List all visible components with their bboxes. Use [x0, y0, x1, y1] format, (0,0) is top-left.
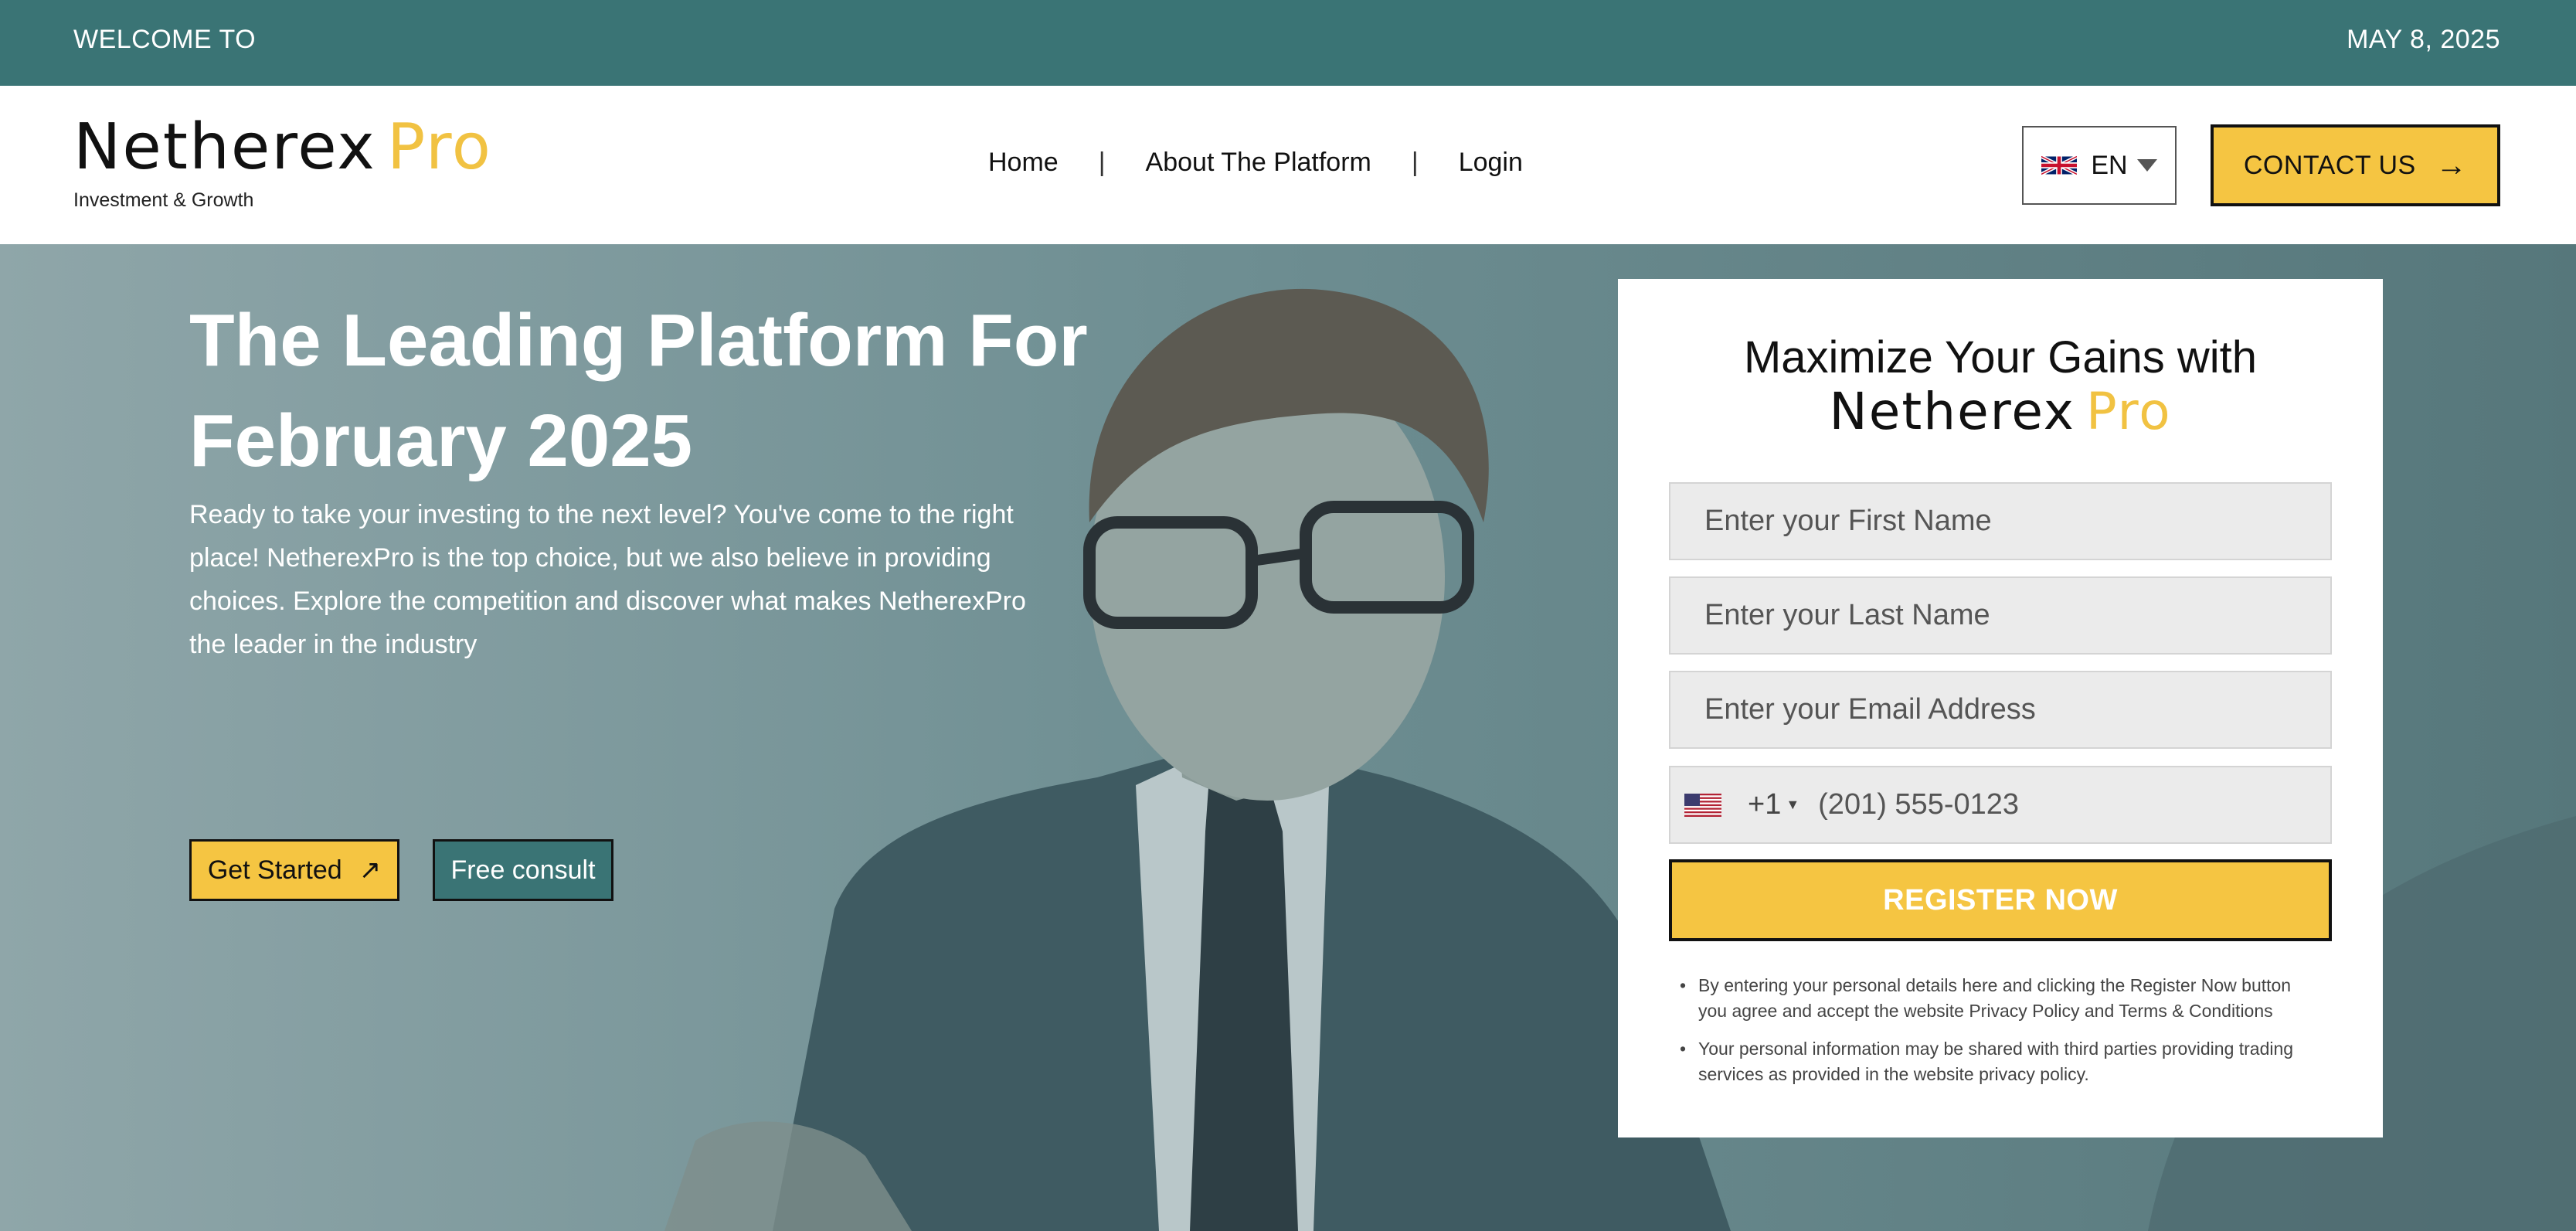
logo-name-main: Netherex	[73, 111, 376, 184]
arrow-up-right-icon: ↗	[359, 855, 382, 885]
first-name-placeholder: Enter your First Name	[1704, 505, 1992, 537]
register-now-button[interactable]: REGISTER NOW	[1669, 859, 2332, 941]
main-nav: Home | About The Platform | Login	[988, 148, 1523, 178]
contact-us-button[interactable]: CONTACT US →	[2211, 124, 2500, 206]
form-brand-logo: Netherex Pro	[1618, 378, 2383, 446]
welcome-text: WELCOME TO	[73, 25, 257, 54]
chevron-down-icon[interactable]: ▼	[1786, 797, 1799, 813]
form-heading: Maximize Your Gains with	[1743, 332, 2258, 383]
email-placeholder: Enter your Email Address	[1704, 693, 2036, 726]
current-date: MAY 8, 2025	[2347, 25, 2500, 54]
contact-us-label: CONTACT US	[2243, 150, 2416, 180]
first-name-input[interactable]: Enter your First Name	[1669, 482, 2332, 560]
phone-input[interactable]: +1 ▼ (201) 555-0123	[1669, 766, 2332, 844]
brand-logo[interactable]: Netherex Pro Investment & Growth	[73, 109, 492, 211]
logo-name-main: Netherex	[1829, 382, 2075, 441]
chevron-down-icon	[2136, 159, 2157, 172]
nav-separator: |	[1098, 148, 1106, 177]
hero-title: The Leading Platform For February 2025	[189, 299, 1088, 482]
us-flag-icon[interactable]	[1684, 793, 1721, 817]
phone-country-code[interactable]: +1	[1748, 788, 1781, 821]
top-bar: WELCOME TO MAY 8, 2025	[0, 0, 2576, 86]
language-selector[interactable]: EN	[2022, 126, 2177, 205]
logo-name-accent: Pro	[2085, 382, 2172, 441]
uk-flag-icon	[2041, 155, 2078, 176]
disclaimer-terms: By entering your personal details here a…	[1680, 973, 2321, 1024]
nav-about-platform[interactable]: About The Platform	[1146, 148, 1371, 178]
brand-tagline: Investment & Growth	[73, 189, 254, 211]
phone-placeholder: (201) 555-0123	[1818, 788, 2020, 821]
disclaimer-privacy: Your personal information may be shared …	[1680, 1036, 2321, 1087]
registration-form: Maximize Your Gains with Netherex Pro Ent…	[1618, 279, 2383, 1137]
email-input[interactable]: Enter your Email Address	[1669, 671, 2332, 749]
logo-name-accent: Pro	[386, 111, 492, 184]
free-consult-button[interactable]: Free consult	[433, 839, 613, 901]
register-now-label: REGISTER NOW	[1883, 883, 2118, 916]
nav-home[interactable]: Home	[988, 148, 1059, 178]
last-name-input[interactable]: Enter your Last Name	[1669, 576, 2332, 655]
arrow-right-icon: →	[2435, 148, 2468, 182]
get-started-button[interactable]: Get Started ↗	[189, 839, 399, 901]
get-started-label: Get Started	[207, 855, 342, 885]
site-header: Netherex Pro Investment & Growth Home | A…	[0, 86, 2576, 244]
last-name-placeholder: Enter your Last Name	[1704, 599, 1990, 631]
hero-description: Ready to take your investing to the next…	[189, 500, 1026, 659]
free-consult-label: Free consult	[450, 855, 596, 885]
language-code: EN	[2091, 150, 2128, 180]
nav-separator: |	[1411, 148, 1419, 177]
nav-login[interactable]: Login	[1459, 148, 1523, 178]
